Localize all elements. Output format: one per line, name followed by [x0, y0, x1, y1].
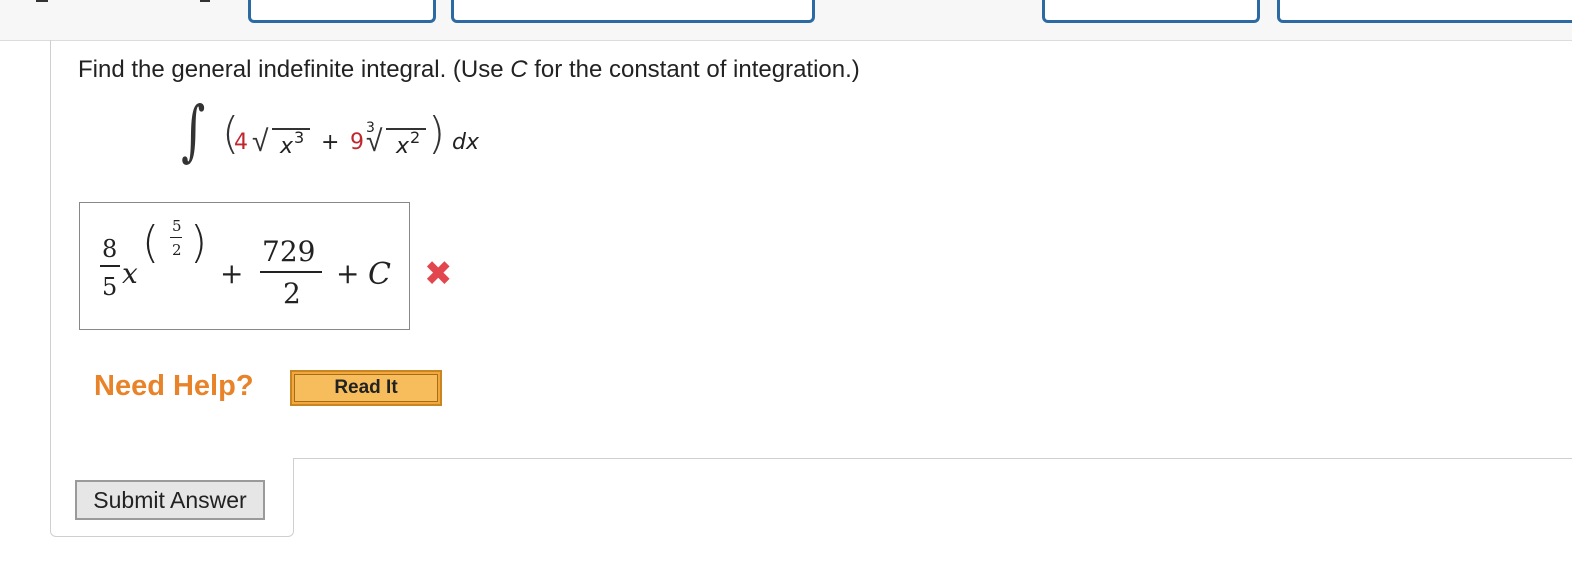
exp-left-paren: (: [142, 217, 160, 268]
coefficient-1: 4: [234, 130, 248, 155]
frac2-denominator: 2: [283, 277, 301, 310]
toolbar-dash: [200, 0, 210, 2]
exponent-2: 2: [410, 128, 421, 147]
base-2: x: [396, 134, 410, 159]
right-paren: ): [428, 108, 446, 159]
answer-constant: C: [368, 257, 391, 292]
answer-plus-1: +: [220, 257, 244, 290]
exp-right-paren: ): [190, 217, 208, 268]
integral-expression: ∫ ( 4 √ x 3 + 9 3 √ x 2 ) dx: [176, 92, 506, 178]
incorrect-x-icon: ✖: [424, 254, 453, 294]
toolbar-button-2[interactable]: [451, 0, 815, 23]
frac2-numerator: 729: [262, 235, 316, 268]
dx-label: dx: [452, 130, 479, 155]
frac1-numerator: 8: [102, 235, 118, 263]
frac2-bar: [260, 271, 322, 273]
toolbar-dash: [36, 0, 48, 2]
frac1-denominator: 5: [102, 273, 118, 301]
question-text-end: for the constant of integration.): [527, 56, 860, 83]
integral-sign-icon: ∫: [181, 92, 206, 169]
exp-numerator: 5: [172, 217, 182, 235]
question-prompt: Find the general indefinite integral. (U…: [78, 56, 860, 84]
answer-box[interactable]: 8 5 x ( 5 2 ) + 729 2 + C: [79, 202, 410, 330]
toolbar-button-1[interactable]: [248, 0, 436, 23]
exp-bar: [170, 237, 182, 238]
read-it-button[interactable]: Read It: [290, 370, 442, 406]
sqrt-overbar: [272, 128, 310, 130]
question-text: Find the general indefinite integral. (U…: [78, 56, 511, 83]
question-var: C: [510, 56, 528, 83]
coefficient-2: 9: [350, 130, 364, 155]
toolbar-button-3[interactable]: [1042, 0, 1260, 23]
exponent-1: 3: [294, 128, 305, 147]
read-it-label: Read It: [294, 374, 438, 402]
plus-sign: +: [321, 130, 340, 155]
answer-var: x: [122, 257, 138, 290]
toolbar-button-4[interactable]: [1277, 0, 1572, 23]
frac1-bar: [100, 265, 120, 267]
exp-denominator: 2: [172, 241, 182, 259]
submit-answer-button[interactable]: Submit Answer: [75, 480, 265, 520]
answer-plus-2: +: [336, 257, 360, 290]
cube-root-icon: √: [366, 124, 383, 159]
need-help-label: Need Help?: [94, 370, 254, 402]
top-toolbar: [0, 0, 1572, 41]
sqrt-icon: √: [252, 124, 269, 159]
question-card-border: [50, 40, 51, 458]
base-1: x: [280, 134, 294, 159]
